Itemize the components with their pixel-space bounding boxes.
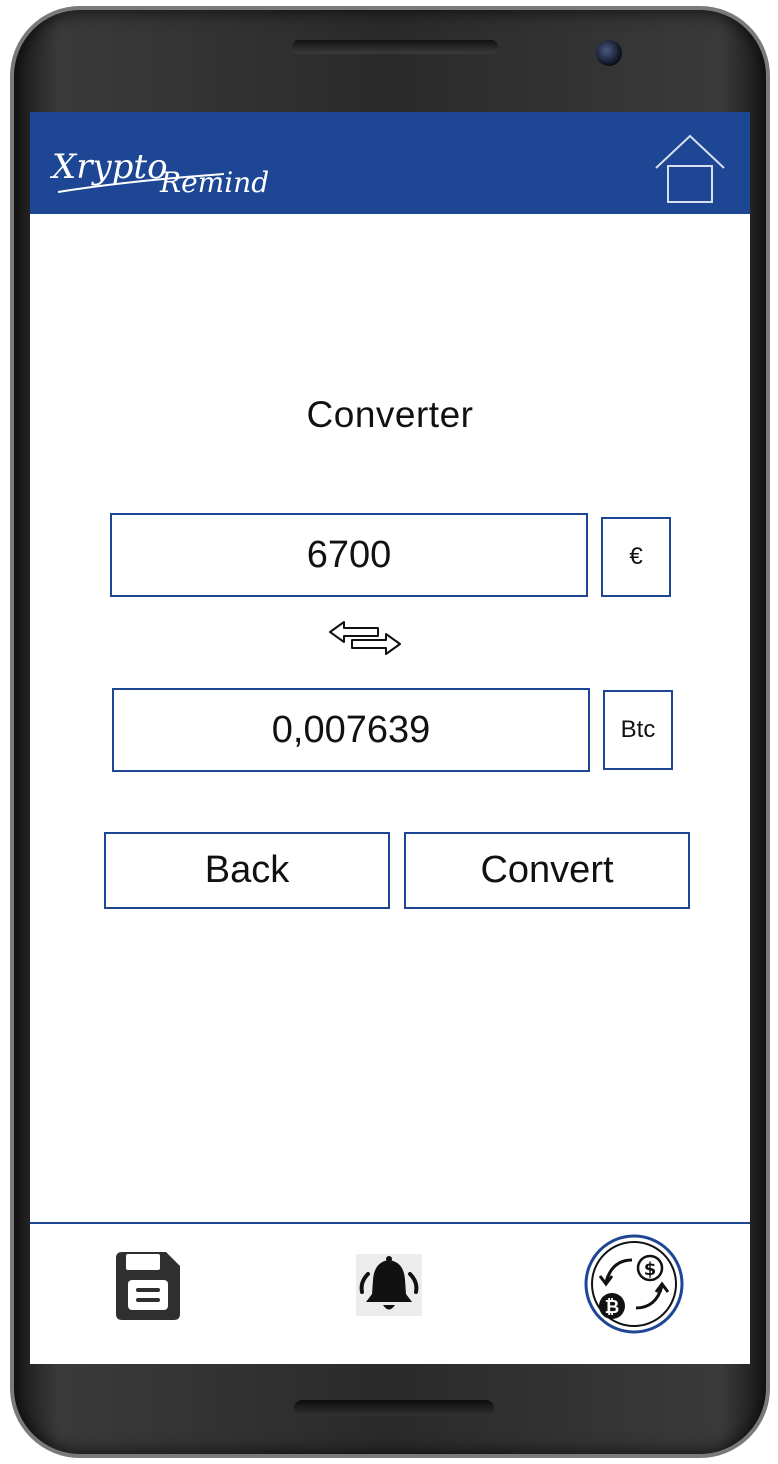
swap-button[interactable] bbox=[328, 620, 402, 656]
logo-text-part-2: Remind bbox=[159, 166, 269, 199]
crypto-unit-selector[interactable]: Btc bbox=[603, 690, 673, 770]
fiat-amount-input[interactable]: 6700 bbox=[110, 513, 588, 597]
home-button[interactable] bbox=[652, 132, 728, 206]
svg-text:₿: ₿ bbox=[605, 1297, 620, 1318]
convert-button[interactable]: Convert bbox=[404, 832, 690, 909]
bell-icon bbox=[359, 1256, 419, 1310]
nav-save-button[interactable] bbox=[114, 1250, 182, 1322]
home-icon bbox=[655, 134, 725, 203]
fiat-unit-selector[interactable]: € bbox=[601, 517, 671, 597]
swap-arrows-icon bbox=[329, 621, 401, 655]
app-logo: Xrypto Remind bbox=[48, 138, 288, 200]
crypto-amount-input[interactable]: 0,007639 bbox=[112, 688, 590, 772]
app-screen: Xrypto Remind Converter 6700 € 0,007639 … bbox=[30, 112, 750, 1364]
bottom-nav-divider bbox=[30, 1222, 750, 1224]
page-title: Converter bbox=[306, 394, 474, 435]
back-button[interactable]: Back bbox=[104, 832, 390, 909]
nav-converter-button[interactable]: $ ₿ bbox=[584, 1234, 684, 1334]
speaker-grille bbox=[292, 40, 498, 54]
currency-exchange-icon: $ ₿ bbox=[584, 1234, 684, 1334]
front-camera bbox=[596, 40, 622, 66]
save-icon bbox=[116, 1252, 180, 1320]
bottom-bezel-slot bbox=[294, 1400, 494, 1416]
nav-alerts-button[interactable] bbox=[356, 1254, 422, 1316]
app-header: Xrypto Remind bbox=[30, 112, 750, 214]
svg-text:$: $ bbox=[644, 1259, 657, 1280]
